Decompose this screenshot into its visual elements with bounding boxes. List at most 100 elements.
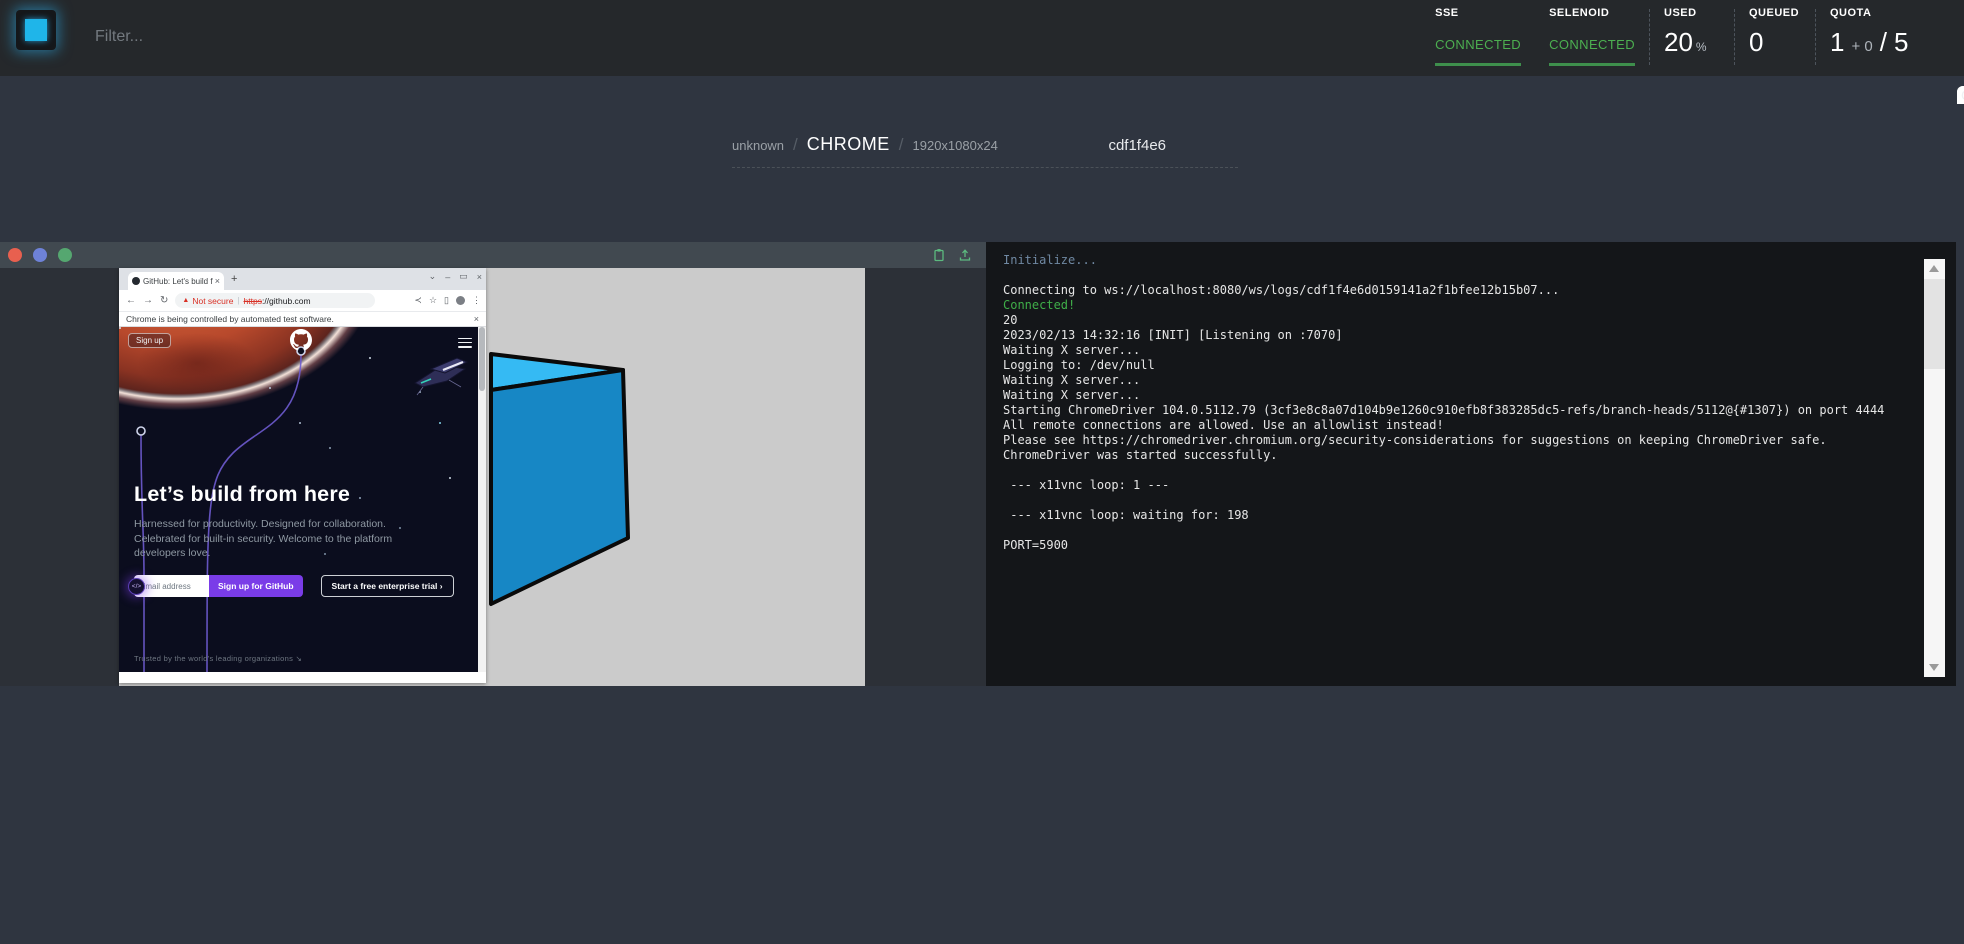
log-line: ChromeDriver was started successfully. (1003, 448, 1913, 463)
quota-status: QUOTA 1 + 0 / 5 (1816, 0, 1936, 76)
log-scrollbar-thumb[interactable] (1924, 279, 1945, 369)
selenoid-logo[interactable] (16, 10, 56, 50)
scroll-down-icon[interactable] (1929, 664, 1939, 671)
window-close-dot[interactable] (8, 248, 22, 262)
automation-infobar: Chrome is being controlled by automated … (119, 312, 486, 327)
log-line: 20 (1003, 313, 1913, 328)
status-group: SSE CONNECTED SELENOID CONNECTED USED 20… (1421, 0, 1936, 76)
log-line: Initialize... (1003, 253, 1913, 268)
scroll-up-icon[interactable] (1929, 265, 1939, 272)
cube-drawing (487, 348, 637, 612)
filter-input[interactable] (95, 16, 515, 58)
quota-label: QUOTA (1830, 7, 1922, 19)
selenoid-status: SELENOID CONNECTED (1535, 0, 1649, 76)
session-row[interactable]: unknown / CHROME / 1920x1080x24 cdf1f4e6 (732, 134, 1238, 168)
log-line: Connected! (1003, 298, 1913, 313)
browser-scrollbar[interactable] (478, 327, 486, 683)
github-signup-form: Sign up for GitHub Start a free enterpri… (134, 575, 454, 597)
selenoid-value: CONNECTED (1549, 37, 1635, 52)
log-line: Waiting X server... (1003, 343, 1913, 358)
tab-close-icon[interactable]: × (215, 276, 220, 286)
session-browser-version: unknown (732, 138, 784, 153)
browser-scrollbar-thumb[interactable] (479, 327, 485, 391)
log-line: Waiting X server... (1003, 373, 1913, 388)
log-line: All remote connections are allowed. Use … (1003, 418, 1913, 433)
used-status: USED 20 % (1650, 0, 1734, 76)
tab-title: GitHub: Let's build from he (143, 277, 213, 286)
enterprise-trial-button[interactable]: Start a free enterprise trial › (321, 575, 454, 597)
log-line (1003, 493, 1913, 508)
trusted-line: Trusted by the world’s leading organizat… (134, 654, 302, 663)
log-panel: Initialize... Connecting to ws://localho… (986, 242, 1956, 686)
quota-pending: + 0 (1851, 38, 1872, 55)
log-line: Connecting to ws://localhost:8080/ws/log… (1003, 283, 1913, 298)
sse-value: CONNECTED (1435, 37, 1521, 52)
url-divider: | (237, 296, 239, 305)
close-button[interactable]: × (477, 272, 482, 282)
reload-icon[interactable]: ↻ (160, 295, 168, 306)
session-id: cdf1f4e6 (1108, 137, 1238, 154)
github-description: Harnessed for productivity. Designed for… (134, 517, 439, 561)
session-browser-name: CHROME (807, 134, 890, 155)
window-maximize-dot[interactable] (58, 248, 72, 262)
profile-avatar[interactable] (456, 296, 465, 305)
github-signup-link[interactable]: Sign up (128, 333, 171, 348)
log-line: Please see https://chromedriver.chromium… (1003, 433, 1913, 448)
tab-capabilities[interactable]: CAPABILITIES (1957, 86, 1964, 104)
email-field[interactable] (134, 575, 209, 597)
log-line: 2023/02/13 14:32:16 [INIT] [Listening on… (1003, 328, 1913, 343)
warning-icon: ▲ (182, 297, 189, 304)
log-scrollbar[interactable] (1924, 259, 1945, 677)
share-icon[interactable]: ≺ (414, 295, 422, 306)
new-tab-button[interactable]: + (231, 273, 237, 285)
log-line (1003, 268, 1913, 283)
not-secure-label: Not secure (192, 296, 233, 306)
signup-for-github-button[interactable]: Sign up for GitHub (209, 575, 303, 597)
infobar-close-icon[interactable]: × (474, 314, 479, 324)
hamburger-menu-icon[interactable] (458, 335, 472, 350)
side-panel-icon[interactable]: ▯ (444, 295, 449, 306)
log-line: Waiting X server... (1003, 388, 1913, 403)
quota-separator: / (1880, 27, 1887, 58)
log-line: Starting ChromeDriver 104.0.5112.79 (3cf… (1003, 403, 1913, 418)
upload-icon[interactable] (958, 248, 972, 262)
log-line: Logging to: /dev/null (1003, 358, 1913, 373)
browser-tab[interactable]: GitHub: Let's build from he × (128, 272, 224, 290)
github-favicon-icon (132, 277, 140, 285)
used-value: 20 (1664, 27, 1693, 58)
clipboard-icon[interactable] (932, 248, 946, 262)
chevron-down-icon[interactable]: ⌄ (429, 271, 437, 282)
vnc-titlebar (0, 242, 986, 268)
url-scheme: https (244, 296, 262, 306)
browser-toolbar: ← → ↻ ▲ Not secure | https ://github.com… (119, 290, 486, 312)
github-logo-icon[interactable] (290, 329, 312, 351)
window-minimize-dot[interactable] (33, 248, 47, 262)
queued-count: 0 (1749, 27, 1763, 58)
vnc-toolbar-icons (932, 248, 972, 262)
menu-icon[interactable]: ⋮ (472, 295, 481, 306)
log-line: --- x11vnc loop: 1 --- (1003, 478, 1913, 493)
vnc-screen[interactable]: GitHub: Let's build from he × + ⌄ – ▭ × … (119, 268, 865, 686)
log-output: Initialize... Connecting to ws://localho… (1003, 253, 1913, 553)
star-icon[interactable]: ☆ (429, 295, 437, 306)
log-line (1003, 523, 1913, 538)
back-icon[interactable]: ← (126, 295, 136, 306)
used-label: USED (1664, 7, 1720, 19)
github-hero: Sign up Let’s build from here Harnessed … (119, 327, 486, 672)
maximize-button[interactable]: ▭ (459, 271, 468, 282)
address-bar[interactable]: ▲ Not secure | https ://github.com (175, 293, 375, 308)
top-bar: SSE CONNECTED SELENOID CONNECTED USED 20… (0, 0, 1964, 76)
tab-strip: GitHub: Let's build from he × + ⌄ – ▭ × (119, 268, 486, 290)
chrome-browser-window: GitHub: Let's build from he × + ⌄ – ▭ × … (119, 268, 486, 683)
quota-value-row: 1 + 0 / 5 (1830, 27, 1922, 58)
code-badge-icon: </> (128, 578, 145, 595)
queued-status: QUEUED 0 (1735, 0, 1815, 76)
log-line: PORT=5900 (1003, 538, 1913, 553)
forward-icon[interactable]: → (143, 295, 153, 306)
queued-label: QUEUED (1749, 7, 1801, 19)
sse-underline (1435, 63, 1521, 66)
minimize-button[interactable]: – (445, 272, 450, 282)
session-separator: / (899, 135, 904, 155)
vnc-panel: GitHub: Let's build from he × + ⌄ – ▭ × … (0, 242, 986, 686)
selenoid-label: SELENOID (1549, 7, 1635, 19)
